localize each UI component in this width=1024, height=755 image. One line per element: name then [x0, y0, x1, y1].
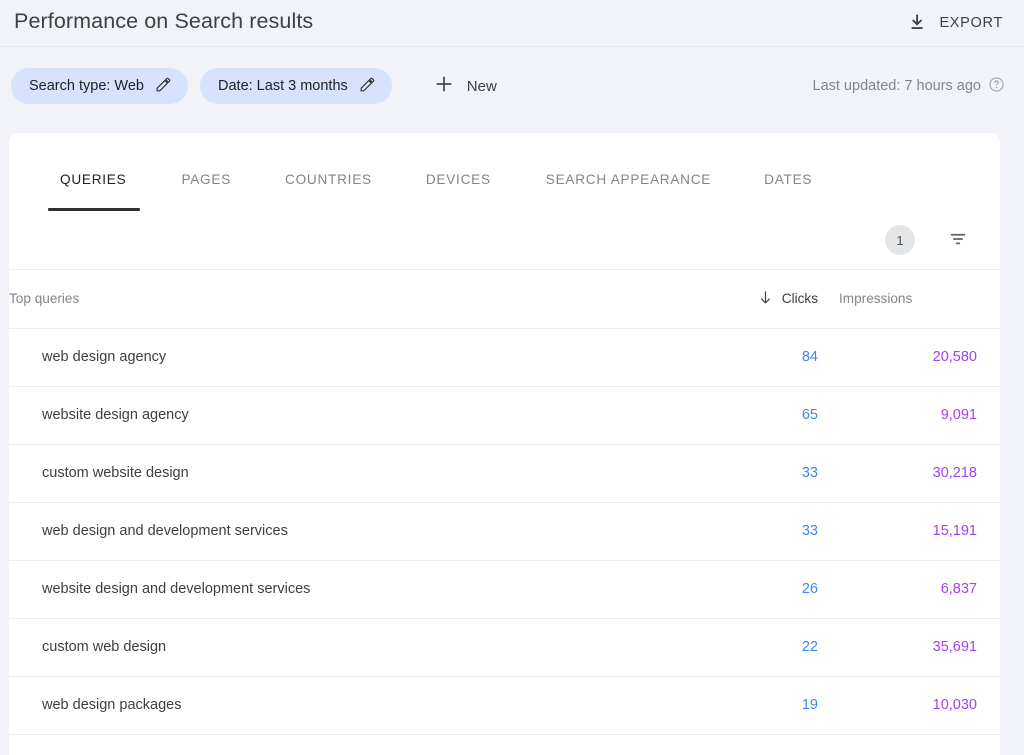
- table-row[interactable]: custom website design3330,218: [9, 444, 1000, 502]
- plus-icon: [433, 73, 455, 99]
- pencil-icon: [359, 76, 376, 97]
- last-updated-status: Last updated: 7 hours ago: [813, 76, 1006, 97]
- performance-report-page: Performance on Search results EXPORT Sea…: [0, 0, 1024, 755]
- cell-impressions: 6,837: [839, 560, 1000, 618]
- cell-impressions: 20,580: [839, 328, 1000, 386]
- tab-devices[interactable]: DEVICES: [426, 172, 491, 211]
- column-header-clicks[interactable]: Clicks: [649, 270, 839, 328]
- filter-bar: Search type: Web Date: Last 3 months: [0, 47, 1024, 125]
- cell-query[interactable]: web design and development services: [9, 502, 649, 560]
- cell-impressions: 30,218: [839, 444, 1000, 502]
- table-row[interactable]: website design agency659,091: [9, 386, 1000, 444]
- cell-query[interactable]: custom website design: [9, 444, 649, 502]
- add-filter-label: New: [467, 78, 497, 95]
- download-icon: [907, 11, 929, 36]
- cell-impressions: 10,030: [839, 676, 1000, 734]
- table-row[interactable]: website design and development services2…: [9, 560, 1000, 618]
- page-title: Performance on Search results: [14, 11, 313, 35]
- filter-chip-search-type[interactable]: Search type: Web: [11, 68, 188, 104]
- cell-impressions: 35,691: [839, 618, 1000, 676]
- cell-query[interactable]: web design packages: [9, 676, 649, 734]
- filter-chip-date-label: Date: Last 3 months: [218, 79, 348, 94]
- export-button[interactable]: EXPORT: [905, 7, 1005, 40]
- tab-countries[interactable]: COUNTRIES: [285, 172, 372, 211]
- table-body: web design agency8420,580website design …: [9, 328, 1000, 734]
- cell-clicks: 19: [649, 676, 839, 734]
- tab-pages[interactable]: PAGES: [181, 172, 231, 211]
- page-header: Performance on Search results EXPORT: [0, 0, 1024, 47]
- cell-clicks: 26: [649, 560, 839, 618]
- tab-search-appearance[interactable]: SEARCH APPEARANCE: [546, 172, 711, 211]
- tab-dates[interactable]: DATES: [764, 172, 812, 211]
- last-updated-text: Last updated: 7 hours ago: [813, 78, 982, 94]
- active-filter-count-badge[interactable]: 1: [885, 225, 915, 255]
- filter-list-button[interactable]: [941, 222, 975, 259]
- table-row[interactable]: web design agency8420,580: [9, 328, 1000, 386]
- filter-chip-date[interactable]: Date: Last 3 months: [200, 68, 392, 104]
- cell-clicks: 65: [649, 386, 839, 444]
- performance-card: QUERIES PAGES COUNTRIES DEVICES SEARCH A…: [9, 133, 1000, 755]
- table-header-row: Top queries Clicks Impressions: [9, 270, 1000, 328]
- cell-clicks: 33: [649, 444, 839, 502]
- column-header-impressions[interactable]: Impressions: [839, 270, 1000, 328]
- table-row[interactable]: custom web design2235,691: [9, 618, 1000, 676]
- column-header-impressions-label: Impressions: [839, 291, 912, 306]
- cell-impressions: 9,091: [839, 386, 1000, 444]
- pencil-icon: [155, 76, 172, 97]
- table-row[interactable]: web design packages1910,030: [9, 676, 1000, 734]
- cell-query[interactable]: website design agency: [9, 386, 649, 444]
- cell-query[interactable]: custom web design: [9, 618, 649, 676]
- export-label: EXPORT: [939, 15, 1003, 31]
- column-header-clicks-label: Clicks: [782, 291, 818, 306]
- tab-queries[interactable]: QUERIES: [60, 172, 126, 211]
- table-toolbar: 1: [9, 211, 1000, 270]
- cell-query[interactable]: website design and development services: [9, 560, 649, 618]
- table-row[interactable]: web design and development services3315,…: [9, 502, 1000, 560]
- filter-list-icon: [947, 228, 969, 253]
- table-head: Top queries Clicks Impressions: [9, 270, 1000, 328]
- arrow-down-icon: [757, 289, 774, 309]
- add-filter-button[interactable]: New: [423, 68, 509, 104]
- queries-table: Top queries Clicks Impressions: [9, 270, 1000, 735]
- cell-query[interactable]: web design agency: [9, 328, 649, 386]
- report-tabs: QUERIES PAGES COUNTRIES DEVICES SEARCH A…: [9, 133, 1000, 211]
- cell-clicks: 84: [649, 328, 839, 386]
- cell-clicks: 22: [649, 618, 839, 676]
- cell-impressions: 15,191: [839, 502, 1000, 560]
- cell-clicks: 33: [649, 502, 839, 560]
- filter-chip-search-type-label: Search type: Web: [29, 79, 144, 94]
- help-circle-icon[interactable]: [988, 76, 1005, 97]
- column-header-top-queries[interactable]: Top queries: [9, 270, 649, 328]
